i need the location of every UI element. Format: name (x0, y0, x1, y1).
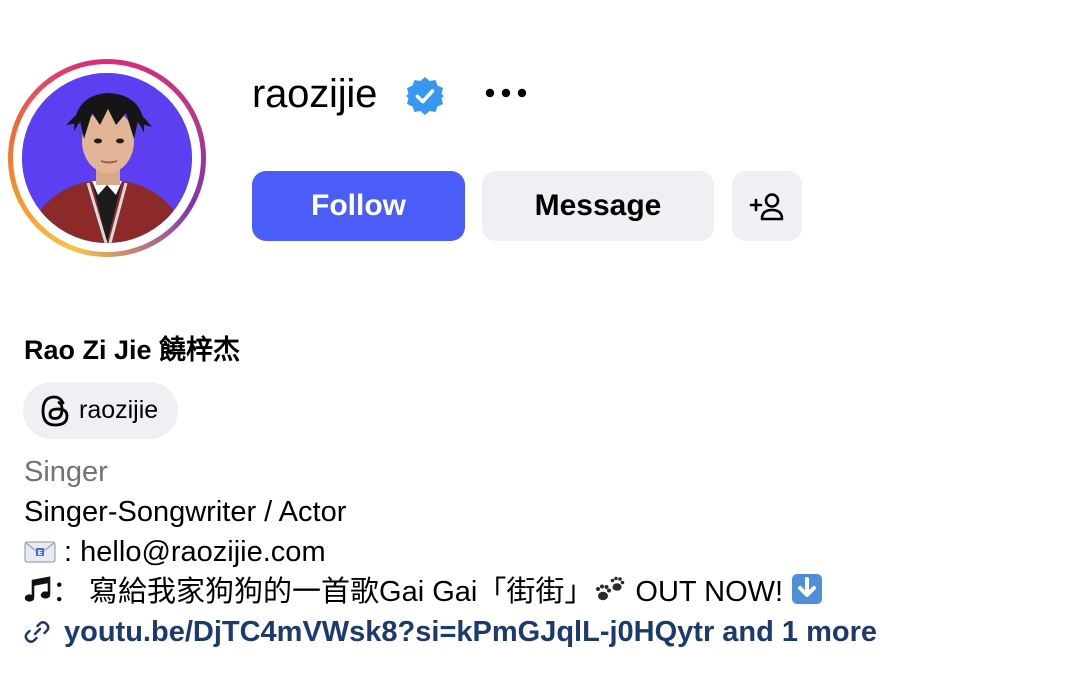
bio-email-text: : hello@raozijie.com (56, 536, 326, 568)
down-arrow-emoji-icon (792, 574, 823, 604)
paw-prints-emoji-icon (596, 576, 625, 601)
bio-out-now-text: OUT NOW! (627, 576, 792, 608)
bio-line-2: E : hello@raozijie.com (24, 532, 326, 572)
avatar[interactable] (22, 73, 192, 243)
more-options-icon (485, 88, 527, 98)
profile-username: raozijie (252, 72, 378, 116)
profile-full-name: Rao Zi Jie 饒梓杰 (24, 335, 241, 365)
music-note-emoji-icon (24, 576, 51, 602)
bio-song-text: ： 寫給我家狗狗的一首歌Gai Gai「街街」 (52, 576, 594, 608)
profile-category: Singer (24, 456, 108, 488)
threads-logo-icon (41, 395, 69, 426)
threads-handle: raozijie (79, 396, 159, 424)
link-icon (24, 621, 50, 643)
verified-badge-icon (404, 75, 446, 117)
avatar-gap (13, 64, 201, 252)
bio-line-1: Singer-Songwriter / Actor (24, 496, 347, 528)
bio-link-text[interactable]: youtu.be/DjTC4mVWsk8?si=kPmGJqlL-j0HQytr… (64, 616, 877, 649)
message-button[interactable]: Message (482, 171, 714, 241)
more-options-button[interactable] (478, 70, 534, 116)
follow-button[interactable]: Follow (252, 171, 465, 241)
threads-link-chip[interactable]: raozijie (23, 382, 179, 439)
envelope-emoji-icon: E (24, 541, 56, 563)
bio-line-3: ： 寫給我家狗狗的一首歌Gai Gai「街街」 OUT NOW! (24, 572, 823, 612)
avatar-story-ring[interactable] (8, 59, 206, 257)
bio-link[interactable]: youtu.be/DjTC4mVWsk8?si=kPmGJqlL-j0HQytr… (24, 612, 877, 652)
suggested-accounts-button[interactable] (732, 171, 802, 241)
avatar-portrait (22, 73, 192, 243)
svg-text:E: E (38, 549, 43, 557)
add-person-icon (749, 193, 784, 221)
